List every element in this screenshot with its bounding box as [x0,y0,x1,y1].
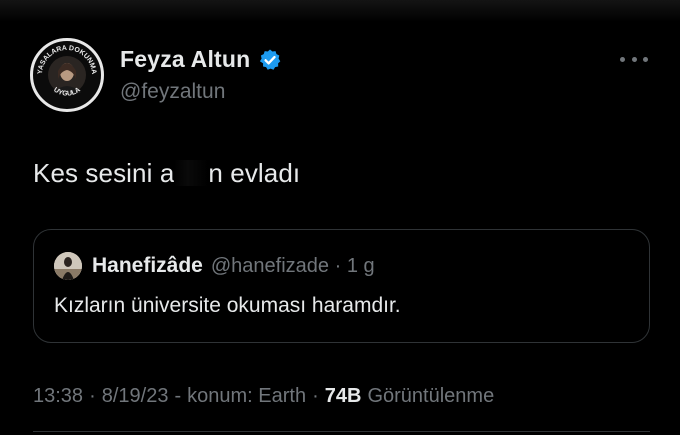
divider [33,431,650,432]
quoted-header: Hanefizâde @hanefizade · 1 g [92,254,375,278]
views-count: 74B [324,385,362,407]
views-label: Görüntülenme [367,385,495,407]
author-name-row: Feyza Altun [120,46,282,73]
tweet-date[interactable]: 8/19/23 [102,385,169,408]
quoted-tweet-text: Kızların üniversite okuması haramdır. [54,294,401,317]
tweet-meta: 13:38 · 8/19/23 - konum: Earth · 74B Gör… [33,385,494,408]
quoted-author-name: Hanefizâde [92,254,203,277]
author-avatar[interactable]: YASALARA DOKUNMA UYGULA [30,38,104,112]
tweet-time[interactable]: 13:38 [33,385,83,408]
tweet-text-after: n evladı [208,158,301,188]
top-fade [0,0,680,22]
verified-badge-icon [258,48,282,72]
censored-region [174,160,209,186]
tweet-location: konum: Earth [187,385,307,407]
author-handle[interactable]: @feyzaltun [120,80,225,104]
quoted-tweet-card[interactable]: Hanefizâde @hanefizade · 1 g Kızların ün… [33,229,650,343]
quoted-handle-time: @hanefizade · 1 g [210,255,375,277]
meta-separator-2: · [312,385,319,407]
meta-dash: - [174,385,182,407]
author-name[interactable]: Feyza Altun [120,46,250,73]
meta-separator: · [89,385,96,407]
quoted-author-avatar[interactable] [54,252,82,280]
more-options-icon[interactable] [620,52,648,66]
tweet-text: Kes sesini a n evladı [33,158,300,189]
tweet-text-before: Kes sesini a [33,158,175,188]
